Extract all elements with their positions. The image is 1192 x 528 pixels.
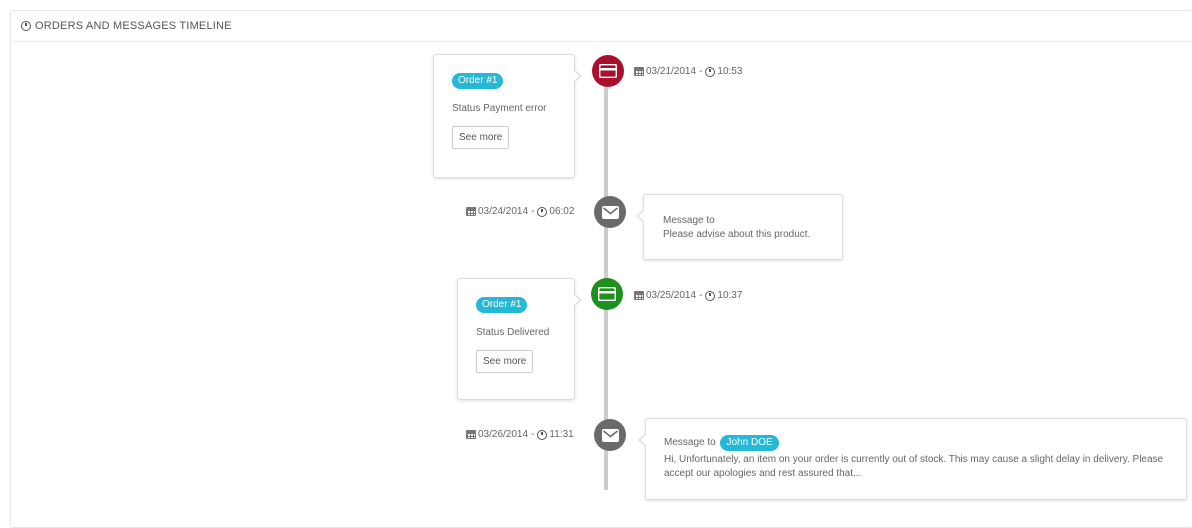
timeline-dot-message: [594, 419, 626, 451]
calendar-icon: [466, 207, 476, 216]
message-card: Message to John DOE Hi, Unfortunately, a…: [638, 418, 1187, 500]
panel-title: ORDERS AND MESSAGES TIMELINE: [35, 20, 232, 32]
entry-date: 03/24/2014 - 06:02: [466, 206, 574, 217]
credit-card-icon: [598, 287, 616, 301]
clock-icon: [705, 290, 716, 301]
date-text: 03/21/2014: [646, 66, 697, 77]
date-text: 03/26/2014: [478, 429, 529, 440]
entry-date: 03/26/2014 - 11:31: [466, 429, 574, 440]
date-separator: -: [699, 66, 703, 77]
clock-icon: [705, 66, 716, 77]
time-text: 06:02: [549, 206, 575, 217]
calendar-icon: [634, 291, 644, 300]
message-title: Message to: [664, 437, 716, 448]
see-more-button[interactable]: See more: [452, 126, 510, 149]
message-text: Please advise about this product.: [663, 229, 811, 240]
calendar-icon: [634, 67, 644, 76]
message-card: Message to Please advise about this prod…: [636, 194, 843, 260]
time-text: 10:53: [717, 66, 743, 77]
message-text: Hi, Unfortunately, an item on your order…: [664, 454, 1164, 479]
order-card: Order #1 Status Payment error See more: [433, 54, 582, 178]
order-card: Order #1 Status Delivered See more: [457, 278, 582, 400]
order-badge[interactable]: Order #1: [452, 73, 504, 89]
date-text: 03/25/2014: [646, 290, 697, 301]
message-header: Message to John DOE: [664, 435, 1168, 451]
see-more-button[interactable]: See more: [476, 350, 534, 373]
calendar-icon: [466, 430, 476, 439]
date-separator: -: [531, 429, 535, 440]
timeline-dot-delivered: [591, 278, 623, 310]
recipient-badge[interactable]: John DOE: [720, 435, 779, 451]
date-separator: -: [531, 206, 535, 217]
envelope-icon: [601, 205, 619, 219]
panel-header: ORDERS AND MESSAGES TIMELINE: [11, 11, 1192, 42]
timeline-dot-payment-error: [592, 55, 624, 87]
date-separator: -: [699, 290, 703, 301]
clock-icon: [537, 429, 548, 440]
order-badge[interactable]: Order #1: [476, 297, 528, 313]
clock-icon: [21, 21, 31, 31]
time-text: 11:31: [549, 429, 574, 440]
credit-card-icon: [599, 64, 617, 78]
clock-icon: [537, 206, 548, 217]
date-text: 03/24/2014: [478, 206, 529, 217]
entry-date: 03/25/2014 - 10:37: [634, 290, 742, 301]
message-title: Message to: [663, 215, 715, 226]
time-text: 10:37: [717, 290, 743, 301]
order-status: Status Delivered: [476, 327, 550, 338]
timeline-dot-message: [594, 196, 626, 228]
envelope-icon: [601, 428, 619, 442]
order-status: Status Payment error: [452, 103, 547, 114]
entry-date: 03/21/2014 - 10:53: [634, 66, 742, 77]
